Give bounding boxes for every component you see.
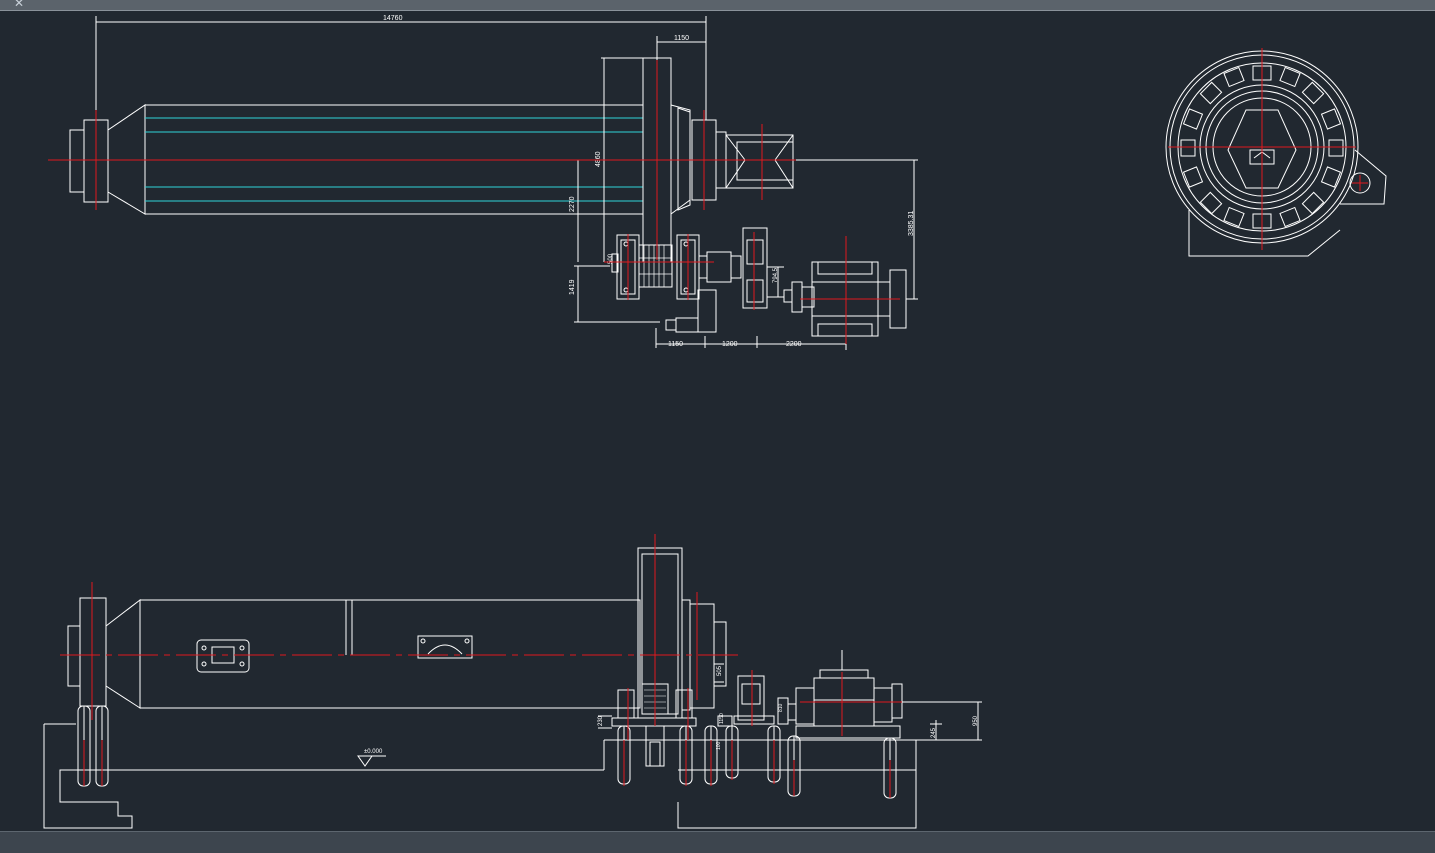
elevation-view: ±0.000 505 230 810 950 245 100 1150	[43, 534, 982, 829]
discharge-bearing	[689, 603, 715, 709]
plan-centerlines	[48, 60, 900, 344]
dim-height-1-text: 4860	[595, 151, 602, 167]
dim-overall-text: 14760	[383, 15, 403, 22]
dim-bottom-2-text: 1200	[722, 341, 738, 348]
dim-f-text: 245	[931, 727, 937, 738]
dim-heights: 4860 2270 1419 500	[569, 57, 660, 323]
dim-bottom-3-text: 2200	[786, 341, 802, 348]
feed-bearing	[79, 597, 107, 707]
cad-drawing-canvas[interactable]: 14760 1150 4860 2270 1419 500 794.5 3385…	[0, 0, 1435, 831]
anchor-bolts	[77, 705, 897, 799]
status-bar	[0, 831, 1435, 853]
dim-d-text: 810	[778, 703, 784, 712]
gear-guard	[637, 547, 683, 719]
elevation-mark: ±0.000	[357, 749, 386, 767]
dim-right-text: 3385.31	[908, 211, 915, 236]
foundation-right	[677, 769, 917, 829]
foundation-left	[43, 724, 604, 829]
elevation-centerlines	[60, 534, 902, 798]
dim-overall-length: 14760	[95, 15, 707, 120]
elevation-text: ±0.000	[364, 749, 383, 755]
dim-left-text: 1419	[569, 279, 576, 295]
dim-bottom-1-text: 1150	[668, 341, 683, 348]
pinion-assembly: 794.5	[611, 227, 918, 348]
plan-view: 14760 1150 4860 2270 1419 500 794.5 3385…	[48, 15, 918, 350]
dim-bottom: 1150 1200 2200	[656, 336, 847, 350]
mill-shell-elevation	[139, 599, 641, 709]
end-view-centerlines	[1168, 48, 1368, 250]
feed-flange	[69, 129, 85, 193]
dim-top-1150: 1150	[656, 35, 706, 60]
dim-right: 3385.31	[908, 160, 915, 299]
dim-e-text: 950	[973, 715, 979, 726]
dim-b-text: 505	[717, 665, 723, 676]
dim-right-elevation: 950 245	[900, 701, 982, 741]
manhole-1	[196, 639, 250, 673]
dim-g-text: 1150	[719, 713, 725, 724]
end-view-base	[1188, 210, 1341, 257]
auxiliary-drive	[697, 289, 717, 333]
dim-mid-text: 794.5	[773, 267, 779, 283]
dim-top-text: 1150	[674, 35, 689, 42]
dim-a-text: 230	[598, 715, 604, 726]
dim-height-2-text: 2270	[569, 196, 576, 212]
end-view	[1165, 48, 1387, 257]
